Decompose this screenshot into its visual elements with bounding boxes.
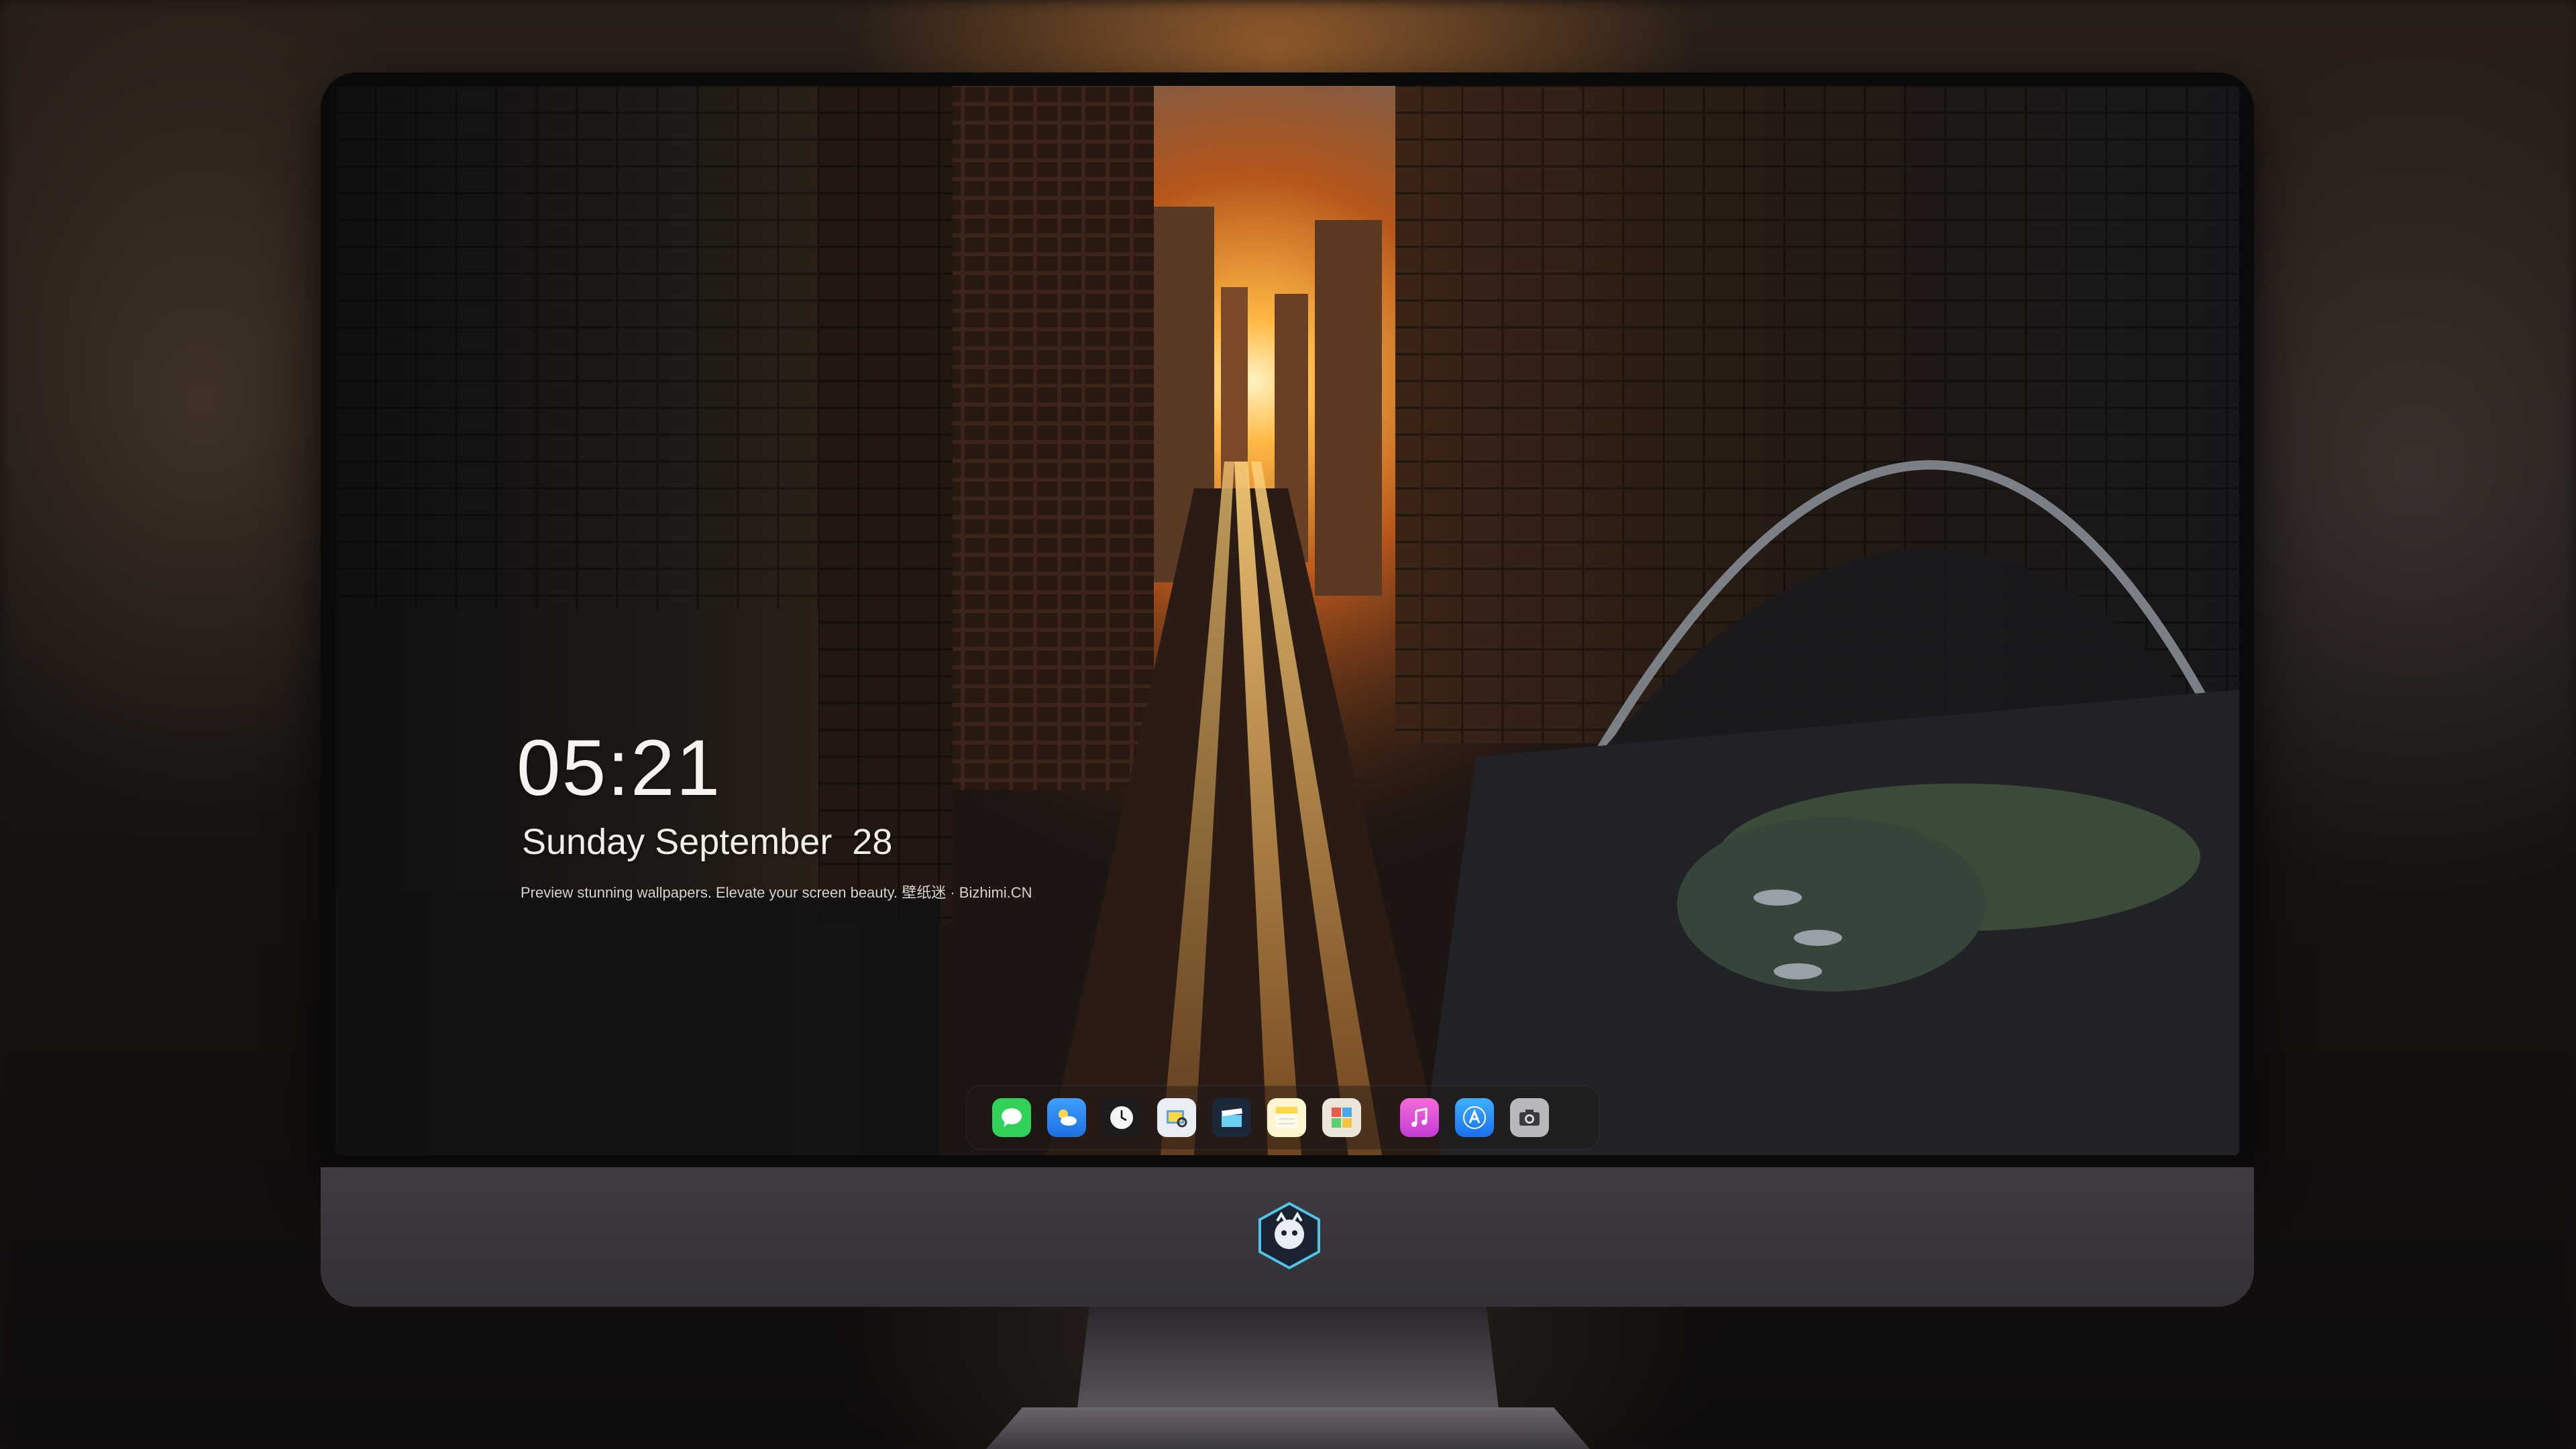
brand-logo-icon xyxy=(1258,1201,1320,1270)
photo-booth-icon[interactable] xyxy=(1322,1098,1361,1137)
desktop-screen: 05:21 Sunday September 28 Preview stunni… xyxy=(335,86,2239,1155)
weather-icon[interactable] xyxy=(1047,1098,1086,1137)
clock-face-icon xyxy=(1110,1106,1133,1129)
city-sunset-wallpaper xyxy=(335,86,2239,1155)
app-store-a-icon xyxy=(1463,1106,1486,1129)
lock-screen-caption: Preview stunning wallpapers. Elevate you… xyxy=(521,884,1032,901)
notepad-icon xyxy=(1276,1107,1297,1128)
photo-magnifier-icon xyxy=(1167,1110,1187,1128)
sun-cloud-icon xyxy=(1059,1110,1077,1126)
music-note-icon xyxy=(1411,1108,1428,1127)
clapperboard-icon xyxy=(1222,1108,1242,1127)
speech-bubble-icon xyxy=(1002,1108,1022,1127)
clock-icon[interactable] xyxy=(1102,1098,1141,1137)
photo-grid-icon xyxy=(1332,1108,1352,1128)
dock xyxy=(966,1085,1599,1150)
app-store-icon[interactable] xyxy=(1455,1098,1494,1137)
preview-icon[interactable] xyxy=(1157,1098,1196,1137)
final-cut-icon[interactable] xyxy=(1212,1098,1251,1137)
lock-screen-time: 05:21 xyxy=(517,724,722,812)
monitor-stand-base xyxy=(986,1407,1590,1449)
messages-icon[interactable] xyxy=(992,1098,1031,1137)
lock-screen-date: Sunday September 28 xyxy=(522,822,893,862)
monitor-stand-neck xyxy=(1077,1307,1499,1414)
notes-icon[interactable] xyxy=(1267,1098,1306,1137)
camera-body-icon xyxy=(1519,1110,1540,1126)
music-icon[interactable] xyxy=(1400,1098,1439,1137)
camera-icon[interactable] xyxy=(1510,1098,1549,1137)
